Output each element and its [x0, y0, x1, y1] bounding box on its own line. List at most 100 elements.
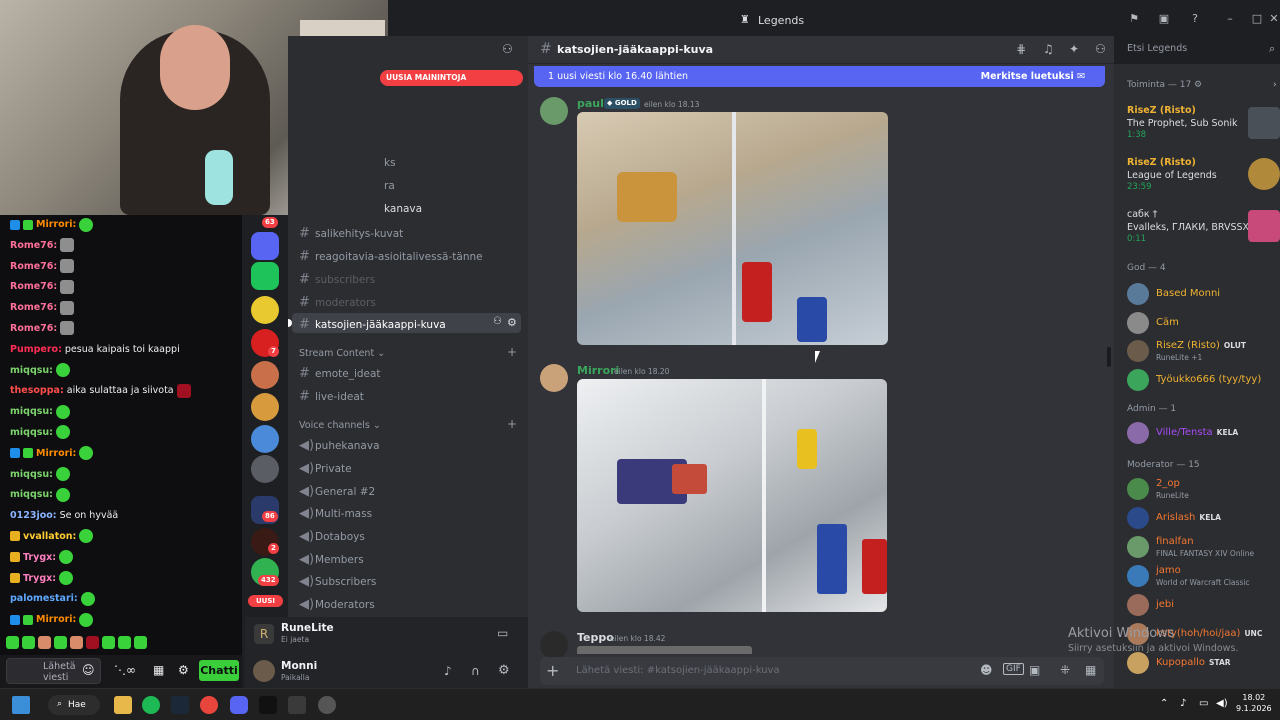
invite-icon[interactable]: ⚇	[493, 316, 502, 327]
chat-username[interactable]: Rome76:	[10, 240, 57, 251]
app-icon[interactable]	[259, 696, 277, 714]
fridge-photo[interactable]	[577, 379, 887, 612]
emote-icon[interactable]	[55, 487, 70, 502]
threads-icon[interactable]: ⋕	[1016, 42, 1026, 56]
pin-icon[interactable]: ✦	[1069, 42, 1079, 56]
member-row[interactable]: jamo World of Warcraft Classic	[1127, 563, 1279, 591]
sub-badge-icon[interactable]	[23, 448, 33, 459]
emote-icon[interactable]	[60, 300, 75, 315]
voice-channel[interactable]: ◀)Moderators	[299, 597, 375, 612]
member-row[interactable]: Kupopallo STAR	[1127, 650, 1279, 678]
add-channel-icon[interactable]: +	[507, 417, 517, 431]
channel-settings-icon[interactable]: ⚙	[507, 316, 517, 329]
emote-icon[interactable]	[176, 383, 191, 398]
voice-channel[interactable]: ◀)Dotaboys	[299, 529, 365, 544]
chat-username[interactable]: Mirrori:	[36, 448, 76, 459]
server-icon[interactable]	[251, 296, 279, 324]
emoji-picker-icon[interactable]: ☺	[82, 663, 95, 677]
member-row[interactable]: jebi	[1127, 592, 1279, 620]
chat-username[interactable]: Trygx:	[23, 573, 56, 584]
emote-icon[interactable]	[102, 636, 115, 649]
crown-badge-icon[interactable]	[10, 573, 20, 584]
server-icon[interactable]	[251, 425, 279, 453]
obs-icon[interactable]	[318, 696, 336, 714]
chat-username[interactable]: vvallaton:	[23, 531, 76, 542]
chat-username[interactable]: 0123joo:	[10, 510, 57, 521]
emote-icon[interactable]	[79, 529, 94, 544]
emote-bar[interactable]	[0, 632, 242, 654]
member-row[interactable]: Based Monni	[1127, 281, 1279, 309]
store-icon[interactable]: ▦	[153, 663, 164, 677]
member-row[interactable]: finalfan FINAL FANTASY XIV Online	[1127, 534, 1279, 562]
new-servers-badge[interactable]: UUSI	[248, 595, 284, 607]
sub-badge-icon[interactable]	[23, 614, 33, 625]
channel-reagoitavia[interactable]: # reagoitavia-asioitalivessä-tänne	[299, 249, 483, 264]
chat-username[interactable]: Rome76:	[10, 302, 57, 313]
steam-icon[interactable]	[171, 696, 189, 714]
message-author[interactable]: Mirrori	[577, 364, 619, 377]
file-explorer-icon[interactable]	[114, 696, 132, 714]
channel-moderators[interactable]: # moderators	[299, 295, 376, 310]
chat-username[interactable]: Mirrori:	[36, 614, 76, 625]
microphone-icon[interactable]: ♪	[1180, 698, 1186, 709]
channel-katsojien-jaakaappi[interactable]: # katsojien-jääkaappi-kuva	[299, 317, 446, 332]
emote-icon[interactable]	[134, 636, 147, 649]
emoji-icon[interactable]: ▣	[1029, 663, 1040, 677]
chat-username[interactable]: Rome76:	[10, 281, 57, 292]
help-icon[interactable]: ?	[1189, 13, 1201, 25]
emote-icon[interactable]	[60, 321, 75, 336]
channel-emote-ideat[interactable]: # emote_ideat	[299, 366, 381, 381]
points-icon[interactable]: ⋱∞	[114, 663, 136, 677]
emote-icon[interactable]	[118, 636, 131, 649]
voice-channel[interactable]: ◀)Members	[299, 552, 364, 567]
member-list-icon[interactable]: ⚇	[1095, 42, 1106, 56]
emote-icon[interactable]	[55, 363, 70, 378]
channel-partial[interactable]: ra	[384, 180, 395, 192]
member-row[interactable]: Cäm	[1127, 310, 1279, 338]
gift-icon[interactable]: ▦	[1085, 663, 1096, 677]
headphones-icon[interactable]: ∩	[471, 664, 480, 678]
fridge-photo[interactable]	[577, 112, 888, 345]
discord-icon[interactable]	[230, 696, 248, 714]
notification-bell-icon[interactable]: ♫	[1043, 42, 1054, 56]
microphone-icon[interactable]: ♪	[444, 664, 452, 678]
chat-username[interactable]: palomestari:	[10, 593, 78, 604]
voice-channel[interactable]: ◀)Private	[299, 461, 352, 476]
emote-icon[interactable]	[79, 446, 94, 461]
emote-icon[interactable]	[86, 636, 99, 649]
emote-icon[interactable]	[55, 425, 70, 440]
emote-icon[interactable]	[59, 550, 74, 565]
channel-partial[interactable]: kanava	[384, 203, 422, 215]
chat-username[interactable]: miqqsu:	[10, 469, 53, 480]
voice-channel[interactable]: ◀)puhekanava	[299, 438, 380, 453]
windows-start-icon[interactable]	[12, 696, 30, 714]
taskbar-search[interactable]: Hae	[48, 695, 100, 715]
emote-icon[interactable]	[79, 217, 94, 232]
burger-server-icon[interactable]	[251, 393, 279, 421]
emote-icon[interactable]	[55, 467, 70, 482]
emote-icon[interactable]	[79, 612, 94, 627]
add-channel-icon[interactable]: +	[507, 345, 517, 359]
user-settings-icon[interactable]: ⚙	[498, 663, 510, 678]
taskbar-clock[interactable]: 18.02 9.1.2026	[1236, 692, 1272, 714]
chevron-right-icon[interactable]: ›	[1273, 80, 1277, 90]
scrollbar-thumb[interactable]	[1107, 347, 1111, 367]
add-friend-icon[interactable]: ⚇	[502, 42, 513, 56]
sticker-icon[interactable]: ☻	[980, 663, 993, 677]
sub-badge-icon[interactable]	[23, 219, 33, 230]
new-messages-banner[interactable]: 1 uusi viesti klo 16.40 lähtien Merkitse…	[534, 66, 1105, 87]
new-mentions-pill[interactable]: UUSIA MAININTOJA	[380, 70, 523, 86]
member-row[interactable]: 2_op RuneLite	[1127, 476, 1279, 504]
attach-plus-icon[interactable]: +	[546, 661, 559, 680]
apps-icon[interactable]: ⁜	[1060, 663, 1070, 677]
voice-channel[interactable]: ◀)Multi-mass	[299, 506, 372, 521]
avatar[interactable]	[540, 364, 568, 392]
kick-server-icon[interactable]	[251, 262, 279, 290]
channel-subscribers[interactable]: # subscribers	[299, 272, 375, 287]
close-icon[interactable]: ✕	[1268, 13, 1280, 25]
member-row[interactable]: RiseZ (Risto) OLUT RuneLite +1	[1127, 338, 1279, 366]
chat-username[interactable]: miqqsu:	[10, 489, 53, 500]
emote-icon[interactable]	[60, 259, 75, 274]
spotify-icon[interactable]	[142, 696, 160, 714]
server-search-input[interactable]: Etsi Legends	[1122, 40, 1280, 58]
